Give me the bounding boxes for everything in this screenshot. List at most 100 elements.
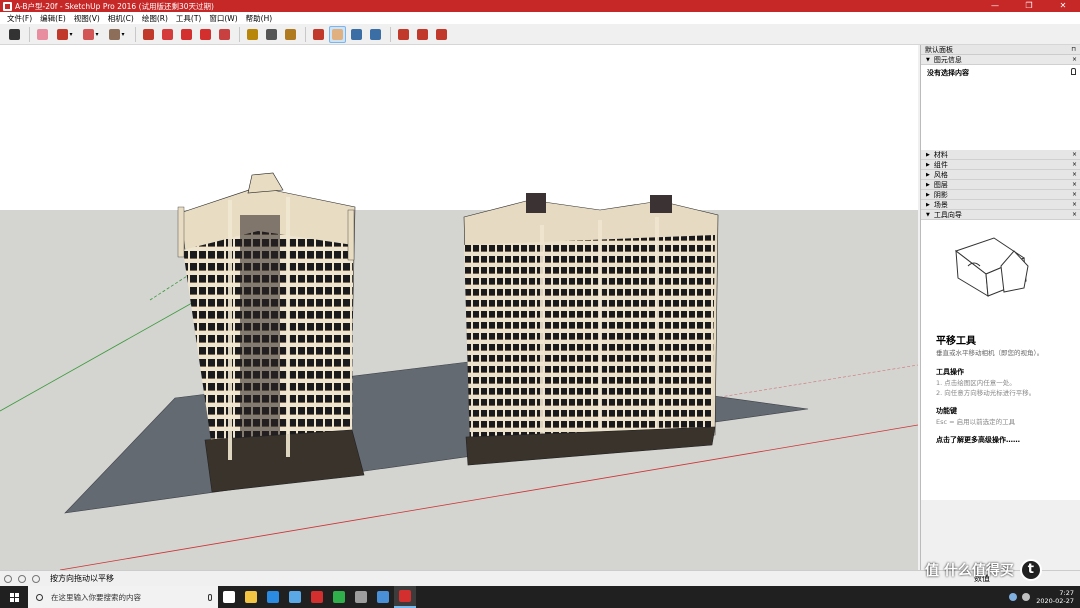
pin-icon[interactable]: ⊓ [1071,46,1076,53]
tool-op-step: 1. 点击绘图区内任意一处。 [936,379,1016,387]
taskbar-app-sketchup[interactable] [394,586,416,608]
volume-icon[interactable] [1022,593,1031,601]
network-icon[interactable] [1009,593,1018,601]
panel-title: 工具向导 [933,210,962,219]
orbit-tool[interactable] [310,26,327,43]
pencil-tool[interactable]: ▾ [53,26,77,43]
panel-6[interactable]: ▼ 工具向导 × [921,210,1080,220]
pan-tool[interactable] [329,25,346,43]
file-explorer-icon [245,591,257,603]
credits-icon[interactable] [18,574,26,583]
panel-5[interactable]: ▶ 场景 × [921,200,1080,210]
close-panel-icon[interactable]: × [1072,171,1077,178]
layout-tool-icon [436,28,447,40]
layout-tool[interactable] [433,26,450,43]
clock[interactable]: 7:27 2020-02-27 [1036,589,1074,605]
warehouse-tool-icon [398,28,409,40]
select-tool[interactable] [6,26,23,43]
minimize-button[interactable]: — [978,0,1012,12]
clock-time: 7:27 [1059,589,1074,597]
menu-camera[interactable]: 相机(C) [104,13,138,24]
panel-title: 阴影 [933,190,948,199]
taskbar-search[interactable]: 在这里输入你要搜索的内容 [28,586,218,608]
eraser-tool-icon [37,28,48,40]
close-panel-icon[interactable]: × [1072,201,1077,208]
start-button[interactable] [0,586,28,608]
close-panel-icon[interactable]: × [1072,181,1077,188]
menu-view[interactable]: 视图(V) [70,13,104,24]
menu-tools[interactable]: 工具(T) [172,13,205,24]
advanced-ops-link[interactable]: 点击了解更多高级操作…… [936,435,1065,445]
window-title: A-B户型-20f - SketchUp Pro 2016 (试用版还剩30天过… [15,1,214,11]
panel-title-entity-info: 图元信息 [933,55,962,64]
close-panel-icon[interactable]: × [1072,161,1077,168]
taskbar-app-task-view[interactable] [218,586,240,608]
follow-me-tool[interactable] [159,26,176,43]
tool-op-step: 2. 向任意方向移动光标进行平移。 [936,389,1036,397]
dropdown-caret-icon[interactable]: ▾ [69,31,72,38]
dropdown-caret-icon[interactable]: ▾ [95,31,98,38]
drawing-viewport[interactable] [0,45,918,570]
edge-browser-icon [267,591,279,603]
menu-file[interactable]: 文件(F) [3,13,36,24]
menu-help[interactable]: 帮助(H) [242,13,277,24]
expand-triangle-icon: ▶ [926,151,930,158]
maximize-button[interactable]: ❐ [1012,0,1046,12]
instructor-toggle-icon[interactable] [32,574,40,583]
pencil-tool-icon [57,28,69,40]
watermark-text: 值 什么值得买 [925,562,1014,579]
taskbar-app-file-explorer[interactable] [240,586,262,608]
instructor-panel: 平移工具 垂直或水平移动相机（即您的视角）。 工具操作 1. 点击绘图区内任意一… [921,220,1080,500]
close-panel-icon[interactable]: × [1072,191,1077,198]
taskbar-app-autocad[interactable] [306,586,328,608]
geo-location-icon[interactable] [4,574,12,583]
zoom-tool[interactable] [348,26,365,43]
dropdown-caret-icon[interactable]: ▾ [121,31,124,38]
microphone-icon[interactable] [208,593,212,601]
status-hint: 按方向拖动以平移 [50,574,114,583]
panel-title: 场景 [933,200,948,209]
eraser-tool[interactable] [34,26,51,43]
menu-bar: 文件(F) 编辑(E) 视图(V) 相机(C) 绘图(R) 工具(T) 窗口(W… [0,12,1080,24]
text-tool[interactable] [263,26,280,43]
panel-2[interactable]: ▶ 风格 × [921,170,1080,180]
paint-bucket-tool[interactable] [282,26,299,43]
taskbar-app-app-blue[interactable] [372,586,394,608]
zoom-extents-tool[interactable] [367,26,384,43]
push-pull-tool[interactable] [140,26,157,43]
watermark-badge: t [1019,558,1042,581]
rotate-tool[interactable] [197,26,214,43]
taskbar-app-wechat[interactable] [328,586,350,608]
panel-0[interactable]: ▶ 材料 × [921,150,1080,160]
move-tool[interactable] [178,26,195,43]
tray-header: 默认面板 ⊓ [921,45,1080,55]
extension-warehouse-tool[interactable] [414,26,431,43]
close-button[interactable]: ✕ [1046,0,1080,12]
scale-tool[interactable] [216,26,233,43]
collapse-triangle-icon: ▼ [926,56,930,63]
panel-list: ▶ 材料 × ▶ 组件 × ▶ 风格 × ▶ 图层 × ▶ 阴影 × ▶ 场景 × ▼ 工具向导 × [921,150,1080,220]
rotate-tool-icon [200,28,211,40]
panel-title: 图层 [933,180,948,189]
tape-measure-tool[interactable] [244,26,261,43]
lock-icon[interactable] [1071,68,1076,75]
menu-window[interactable]: 窗口(W) [205,13,241,24]
panel-entity-info[interactable]: ▼ 图元信息 × [921,55,1080,65]
panel-4[interactable]: ▶ 阴影 × [921,190,1080,200]
panel-1[interactable]: ▶ 组件 × [921,160,1080,170]
entity-info-body: 没有选择内容 [921,65,1080,150]
close-panel-icon[interactable]: × [1072,211,1077,218]
taskbar-app-edge-browser[interactable] [262,586,284,608]
close-panel-icon[interactable]: × [1072,151,1077,158]
rectangle-tool[interactable]: ▾ [105,26,129,43]
taskbar-app-app-circle[interactable] [350,586,372,608]
menu-edit[interactable]: 编辑(E) [36,13,70,24]
panel-3[interactable]: ▶ 图层 × [921,180,1080,190]
arc-tool[interactable]: ▾ [79,26,103,43]
menu-draw[interactable]: 绘图(R) [138,13,172,24]
warehouse-tool[interactable] [395,26,412,43]
expand-triangle-icon: ▶ [926,201,930,208]
taskbar-app-qq-browser[interactable] [284,586,306,608]
close-panel-icon[interactable]: × [1072,56,1077,63]
sketchup-icon [399,590,411,602]
